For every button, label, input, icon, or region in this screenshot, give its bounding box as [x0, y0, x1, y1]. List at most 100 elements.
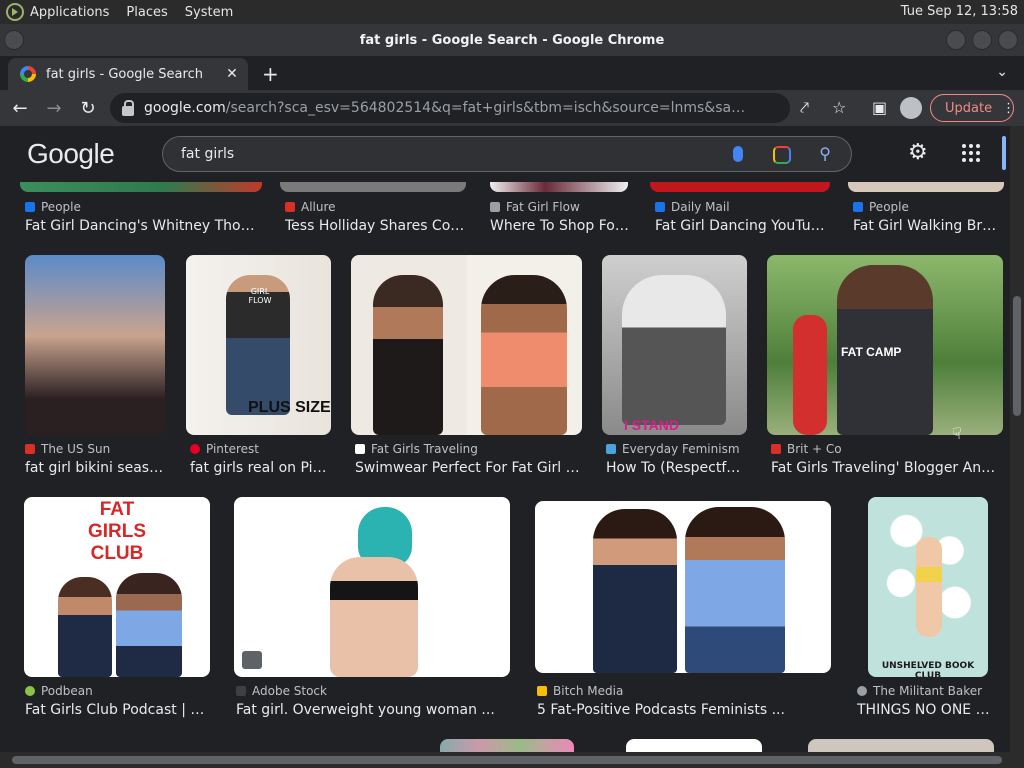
window-title: fat girls - Google Search - Google Chrom… [359, 32, 665, 48]
gear-icon[interactable]: ⚙ [908, 140, 928, 165]
ussun-favicon-icon [25, 444, 35, 454]
bookmark-star-icon[interactable]: ☆ [832, 98, 846, 117]
result-source[interactable]: Brit + Co [771, 442, 1001, 456]
result-caption[interactable]: Fat girl. Overweight young woman ... [236, 702, 512, 718]
tab-google-search[interactable]: fat girls - Google Search ✕ [8, 58, 248, 90]
result-caption[interactable]: THINGS NO ONE WI... [857, 702, 1003, 718]
image-thumb[interactable] [535, 501, 831, 673]
allure-favicon-icon [285, 202, 295, 212]
result-source[interactable]: Fat Girl Flow [490, 200, 630, 214]
image-thumb[interactable]: UNSHELVED BOOK CLUB [868, 497, 988, 677]
image-thumb[interactable]: I STAND [602, 255, 747, 435]
search-icon[interactable]: ⚲ [819, 144, 831, 163]
tab-close-icon[interactable]: ✕ [222, 66, 242, 82]
close-window-icon[interactable] [998, 30, 1018, 50]
pinterest-favicon-icon [190, 444, 200, 454]
url-path: /search?sca_esv=564802514&q=fat+girls&tb… [225, 100, 746, 116]
tab-search-icon[interactable]: ⌄ [996, 64, 1008, 80]
image-thumb[interactable] [626, 739, 762, 752]
horizontal-scrollbar[interactable] [0, 752, 1024, 768]
tab-title: fat girls - Google Search [46, 66, 203, 82]
menu-system[interactable]: System [185, 5, 233, 20]
result-caption[interactable]: Where To Shop For ... [490, 218, 630, 234]
lens-icon[interactable] [773, 146, 791, 164]
people-favicon-icon [853, 202, 863, 212]
google-favicon-icon [20, 66, 36, 82]
vertical-scrollbar[interactable] [1010, 126, 1024, 752]
scroll-indicator [1002, 136, 1006, 170]
back-arrow-icon[interactable]: ← [6, 94, 34, 122]
result-source[interactable]: The Militant Baker [857, 684, 1003, 698]
fatgirlflow-favicon-icon [490, 202, 500, 212]
dailymail-favicon-icon [655, 202, 665, 212]
image-gallery-icon [242, 651, 262, 669]
result-caption[interactable]: Swimwear Perfect For Fat Girl Su... [355, 460, 581, 476]
window-titlebar: fat girls - Google Search - Google Chrom… [0, 24, 1024, 56]
result-source[interactable]: Adobe Stock [236, 684, 512, 698]
share-icon[interactable]: ⤤ [800, 98, 809, 118]
reload-icon[interactable]: ↻ [74, 94, 102, 122]
result-caption[interactable]: How To (Respectful... [606, 460, 748, 476]
everydayfeminism-favicon-icon [606, 444, 616, 454]
search-box[interactable]: fat girls ⚲ [162, 136, 852, 172]
image-thumb[interactable]: GIRL FLOW PLUS SIZE [186, 255, 331, 435]
url-host: google.com [144, 100, 226, 116]
result-source[interactable]: Fat Girls Traveling [355, 442, 585, 456]
result-caption[interactable]: fat girl bikini seaso... [25, 460, 165, 476]
result-source[interactable]: Pinterest [190, 442, 330, 456]
result-caption[interactable]: Fat Girl Walking Britt... [853, 218, 999, 234]
podbean-favicon-icon [25, 686, 35, 696]
update-button[interactable]: Update ⋮ [930, 94, 1015, 122]
new-tab-button[interactable]: + [262, 62, 279, 86]
image-thumb[interactable] [808, 739, 994, 752]
lock-icon[interactable] [122, 100, 134, 116]
result-caption[interactable]: Fat Girls Traveling' Blogger Annett... [771, 460, 1001, 476]
result-caption[interactable]: Fat Girl Dancing YouTub... [655, 218, 825, 234]
menu-places[interactable]: Places [126, 5, 167, 20]
result-caption[interactable]: Tess Holliday Shares Con... [285, 218, 465, 234]
result-caption[interactable]: Fat Girls Club Podcast | Fre... [25, 702, 211, 718]
image-thumb[interactable]: FAT GIRLS CLUB [24, 497, 210, 677]
image-thumb[interactable] [440, 739, 574, 752]
side-panel-icon[interactable]: ▣ [872, 98, 887, 117]
tab-strip: fat girls - Google Search ✕ + ⌄ [0, 56, 1024, 90]
menu-applications[interactable]: Applications [30, 5, 109, 20]
image-thumb[interactable] [234, 497, 510, 677]
more-menu-icon[interactable]: ⋮ [1002, 101, 1015, 116]
os-top-panel: Applications Places System Tue Sep 12, 1… [0, 0, 1024, 24]
globe-icon [857, 686, 867, 696]
minimize-icon[interactable] [946, 30, 966, 50]
people-favicon-icon [25, 202, 35, 212]
window-menu-icon[interactable] [4, 30, 24, 50]
result-source[interactable]: Daily Mail [655, 200, 835, 214]
image-thumb[interactable] [351, 255, 582, 435]
voice-search-icon[interactable] [733, 146, 743, 162]
result-caption[interactable]: fat girls real on Pint... [190, 460, 330, 476]
address-bar[interactable]: google.com /search?sca_esv=564802514&q=f… [110, 93, 790, 123]
result-source[interactable]: The US Sun [25, 442, 165, 456]
result-source[interactable]: Podbean [25, 684, 211, 698]
maximize-icon[interactable] [972, 30, 992, 50]
result-source[interactable]: People [25, 200, 255, 214]
search-input[interactable]: fat girls [181, 146, 234, 162]
result-source[interactable]: Everyday Feminism [606, 442, 751, 456]
image-thumb[interactable]: FAT CAMP [767, 255, 1003, 435]
google-logo[interactable]: Google [27, 138, 115, 170]
clock[interactable]: Tue Sep 12, 13:58 [901, 4, 1018, 19]
page-content: Google fat girls ⚲ ⚙ People Fat Girl Dan… [0, 126, 1010, 752]
forward-arrow-icon[interactable]: → [40, 94, 68, 122]
profile-avatar-icon[interactable] [900, 97, 922, 119]
thumb-text: GIRL FLOW [248, 287, 272, 305]
result-caption[interactable]: Fat Girl Dancing's Whitney Thore S... [25, 218, 259, 234]
fatgirlstraveling-favicon-icon [355, 444, 365, 454]
result-source[interactable]: Bitch Media [537, 684, 833, 698]
result-source[interactable]: People [853, 200, 1003, 214]
os-logo-icon[interactable] [6, 3, 24, 21]
thumb-text: UNSHELVED BOOK CLUB [881, 661, 975, 677]
apps-grid-icon[interactable] [962, 144, 980, 162]
result-caption[interactable]: 5 Fat-Positive Podcasts Feminists ... [537, 702, 833, 718]
image-thumb[interactable] [25, 255, 165, 435]
google-header: Google fat girls ⚲ ⚙ [0, 126, 1010, 182]
thumb-text: FAT CAMP [841, 345, 902, 359]
result-source[interactable]: Allure [285, 200, 465, 214]
